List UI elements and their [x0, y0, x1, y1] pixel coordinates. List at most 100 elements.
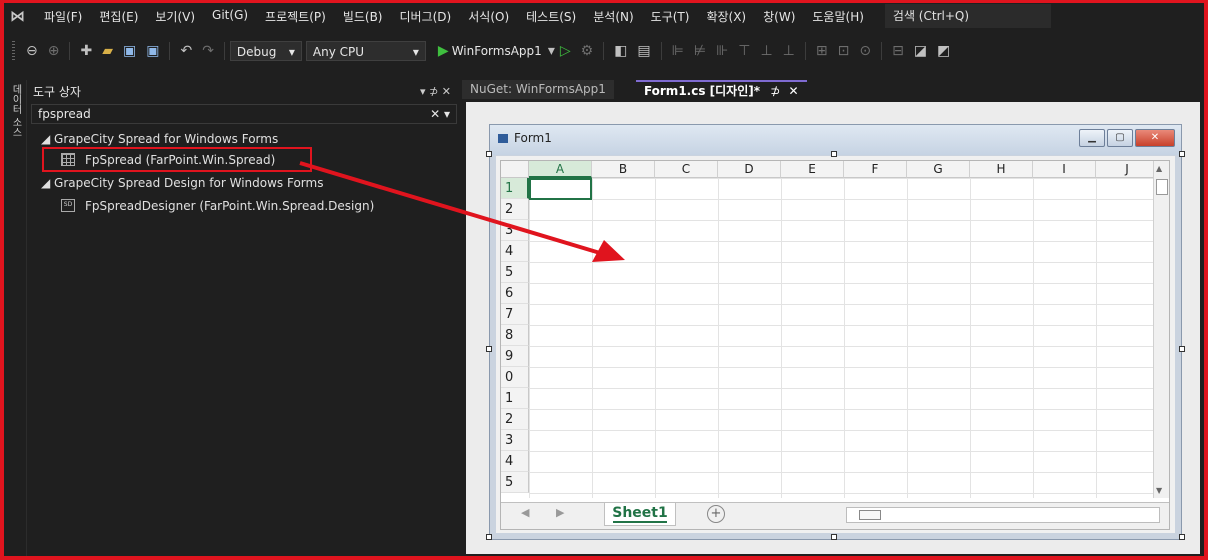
column-header[interactable]: D — [718, 161, 781, 178]
form-window[interactable]: Form1 ▁ ▢ ✕ ABCDEFGHIJ 123456789012345 ▲… — [489, 124, 1182, 540]
column-header[interactable]: E — [781, 161, 844, 178]
align-centers-icon[interactable]: ⊭ — [694, 43, 706, 59]
close-icon[interactable]: ✕ — [1135, 129, 1175, 147]
zoom-icon[interactable]: ⊙ — [859, 43, 871, 59]
previous-sheet-icon[interactable]: ◀ — [521, 506, 529, 519]
vertical-scrollbar[interactable]: ▲ ▼ — [1153, 161, 1169, 498]
add-sheet-icon[interactable]: + — [707, 505, 725, 523]
row-header[interactable]: 3 — [501, 430, 529, 451]
menu-item[interactable]: 디버그(D) — [400, 8, 452, 25]
menu-item[interactable]: 테스트(S) — [526, 8, 576, 25]
maximize-icon[interactable]: ▢ — [1107, 129, 1133, 147]
close-icon[interactable]: ✕ — [788, 84, 798, 98]
menu-item[interactable]: 도움말(H) — [812, 8, 864, 25]
back-icon[interactable]: ⊖ — [26, 43, 38, 59]
forward-icon[interactable]: ⊕ — [48, 43, 60, 59]
column-header[interactable]: C — [655, 161, 718, 178]
bring-to-front-icon[interactable]: ◪ — [914, 43, 927, 59]
horizontal-scrollbar[interactable] — [846, 507, 1160, 523]
menu-item[interactable]: Git(G) — [212, 8, 248, 25]
resize-handle[interactable] — [486, 151, 492, 157]
toolbox-window-controls[interactable]: ▾ ⊅ ✕ — [420, 85, 451, 98]
menu-item[interactable]: 도구(T) — [651, 8, 690, 25]
minimize-icon[interactable]: ▁ — [1079, 129, 1105, 147]
row-header[interactable]: 8 — [501, 325, 529, 346]
row-header[interactable]: 2 — [501, 409, 529, 430]
column-header[interactable]: B — [592, 161, 655, 178]
undo-icon[interactable]: ↶ — [180, 43, 192, 59]
row-header[interactable]: 3 — [501, 220, 529, 241]
menu-item[interactable]: 서식(O) — [468, 8, 509, 25]
column-header[interactable]: I — [1033, 161, 1096, 178]
align-rights-icon[interactable]: ⊪ — [716, 43, 728, 59]
align-tops-icon[interactable]: ⊤ — [738, 43, 750, 59]
resize-handle[interactable] — [831, 151, 837, 157]
start-without-debugging-icon[interactable]: ▷ — [560, 43, 571, 59]
resize-handle[interactable] — [1179, 534, 1185, 540]
center-horizontal-icon[interactable]: ⊞ — [816, 43, 828, 59]
horizontal-scroll-thumb[interactable] — [859, 510, 881, 520]
align-middles-icon[interactable]: ⊥ — [760, 43, 772, 59]
tree-group-spread-design[interactable]: ◢ GrapeCity Spread Design for Windows Fo… — [41, 172, 323, 194]
row-header[interactable]: 7 — [501, 304, 529, 325]
clear-search-icon[interactable]: ✕ ▾ — [430, 107, 450, 121]
menu-item[interactable]: 보기(V) — [155, 8, 195, 25]
scroll-down-icon[interactable]: ▼ — [1156, 486, 1162, 495]
scroll-up-icon[interactable]: ▲ — [1156, 164, 1162, 173]
align-lefts-icon[interactable]: ⊫ — [672, 43, 684, 59]
save-all-icon[interactable]: ▣ — [146, 43, 159, 59]
cell-grid[interactable] — [529, 178, 1157, 498]
menu-item[interactable]: 창(W) — [763, 8, 795, 25]
menu-item[interactable]: 확장(X) — [706, 8, 746, 25]
data-sources-tab[interactable]: 데이터 소스 — [8, 84, 22, 137]
tree-item-fpspreaddesigner[interactable]: SD FpSpreadDesigner (FarPoint.Win.Spread.… — [61, 195, 374, 217]
platform-dropdown[interactable]: Any CPU ▾ — [305, 41, 426, 61]
column-header[interactable]: F — [844, 161, 907, 178]
row-header[interactable]: 4 — [501, 241, 529, 262]
send-to-back-icon[interactable]: ◩ — [937, 43, 950, 59]
row-header[interactable]: 1 — [501, 178, 529, 199]
tab-form1-designer[interactable]: Form1.cs [디자인]* ⊅ ✕ — [635, 80, 807, 101]
row-header[interactable]: 4 — [501, 451, 529, 472]
column-header[interactable]: G — [907, 161, 970, 178]
row-header[interactable]: 9 — [501, 346, 529, 367]
tab-order-icon[interactable]: ⊟ — [892, 43, 904, 59]
size-to-grid-icon[interactable]: ⊡ — [838, 43, 850, 59]
resize-handle[interactable] — [486, 346, 492, 352]
column-header[interactable]: J — [1096, 161, 1159, 178]
vertical-scroll-thumb[interactable] — [1156, 179, 1168, 195]
resize-handle[interactable] — [1179, 151, 1185, 157]
row-header[interactable]: 5 — [501, 262, 529, 283]
menu-item[interactable]: 편집(E) — [99, 8, 138, 25]
row-header[interactable]: 2 — [501, 199, 529, 220]
row-header[interactable]: 0 — [501, 367, 529, 388]
resize-handle[interactable] — [1179, 346, 1185, 352]
search-box[interactable]: 검색 (Ctrl+Q) — [884, 4, 1051, 28]
chevron-down-icon[interactable]: ▾ — [548, 43, 555, 59]
redo-icon[interactable]: ↷ — [202, 43, 214, 59]
column-header[interactable]: A — [529, 161, 592, 178]
layout-icon[interactable]: ▤ — [637, 43, 650, 59]
toolbox-search-input[interactable]: fpspread ✕ ▾ — [31, 104, 457, 124]
hot-reload-icon[interactable]: ⚙ — [581, 43, 594, 59]
start-target-button[interactable]: WinFormsApp1 — [452, 44, 542, 58]
align-bottoms-icon[interactable]: ⊥ — [783, 43, 795, 59]
menu-item[interactable]: 파일(F) — [44, 8, 82, 25]
active-cell[interactable] — [529, 178, 592, 200]
tab-nuget[interactable]: NuGet: WinFormsApp1 — [462, 80, 614, 99]
save-icon[interactable]: ▣ — [123, 43, 136, 59]
row-header[interactable]: 6 — [501, 283, 529, 304]
menu-item[interactable]: 빌드(B) — [343, 8, 383, 25]
next-sheet-icon[interactable]: ▶ — [556, 506, 564, 519]
toolbar-grip[interactable] — [12, 41, 15, 61]
resize-handle[interactable] — [831, 534, 837, 540]
sheet-tab[interactable]: Sheet1 — [604, 503, 676, 526]
menu-item[interactable]: 프로젝트(P) — [265, 8, 326, 25]
select-all-corner[interactable] — [501, 161, 529, 178]
fpspread-control[interactable]: ABCDEFGHIJ 123456789012345 ▲ ▼ ◀ ▶ Sheet… — [500, 160, 1170, 530]
open-folder-icon[interactable]: ▰ — [102, 43, 113, 59]
browser-link-icon[interactable]: ◧ — [614, 43, 627, 59]
row-header[interactable]: 1 — [501, 388, 529, 409]
row-header[interactable]: 5 — [501, 472, 529, 493]
configuration-dropdown[interactable]: Debug ▾ — [229, 41, 302, 61]
